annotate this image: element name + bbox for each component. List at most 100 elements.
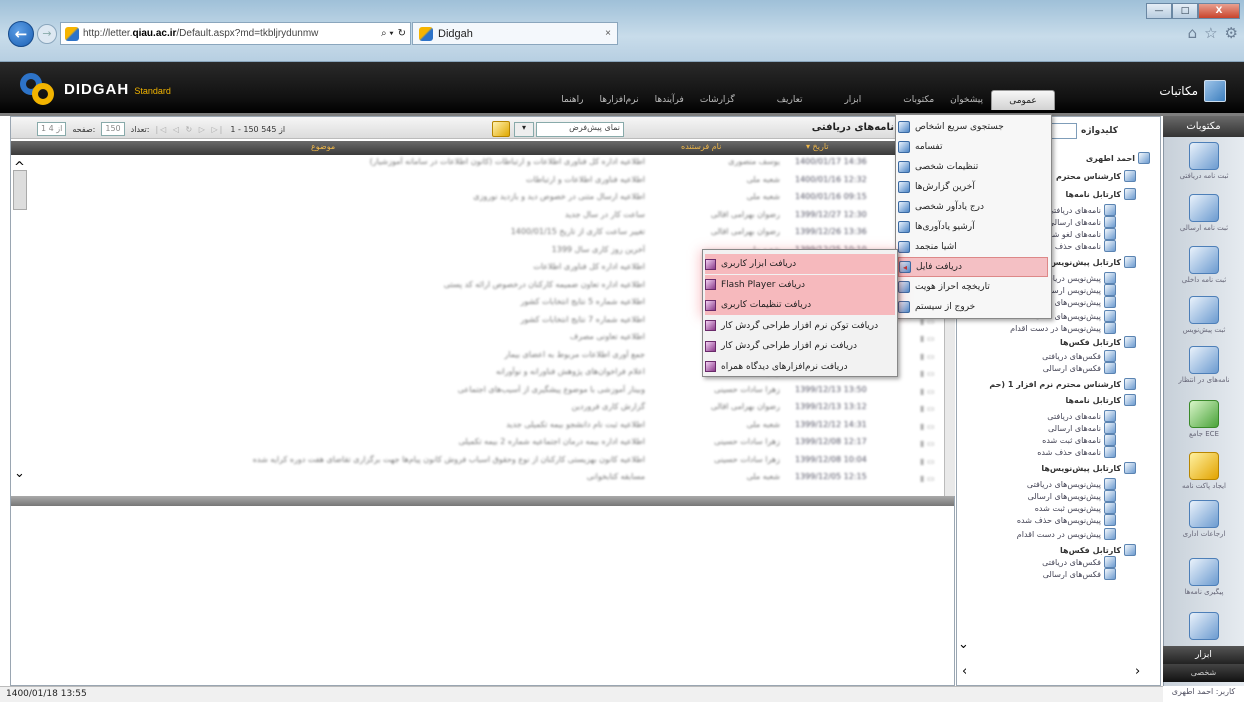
- dropdown-item[interactable]: تاریخچه احراز هویت: [898, 277, 1048, 297]
- table-row[interactable]: 1400/01/16 12:32 شعبه ملی اطلاعیه فناوری ا…: [30, 175, 940, 190]
- dropdown-item[interactable]: آخرین گزارش‌ها: [898, 177, 1048, 197]
- page-select[interactable]: 1 از 4: [37, 122, 67, 136]
- sidebar-item-tracking[interactable]: پیگیری نامه‌ها: [1168, 558, 1240, 612]
- tree-node[interactable]: پیش‌نویس‌ها در دست اقدام: [1010, 322, 1116, 334]
- table-row[interactable]: 1399/12/08 12:17 زهرا سادات حسینی اطلاعیه …: [30, 437, 940, 452]
- tree-node[interactable]: نامه‌های ثبت شده: [1042, 434, 1116, 446]
- pager-nav[interactable]: |◁ ◁ ↻ ▷ ▷|: [155, 125, 224, 134]
- tree-node[interactable]: نامه‌های دریافتی: [1047, 410, 1116, 422]
- sidebar-item-pending[interactable]: نامه‌های در انتظار: [1168, 346, 1240, 400]
- sidebar-item-outgoing[interactable]: ثبت نامه ارسالی: [1168, 194, 1240, 248]
- table-row[interactable]: 1399/12/13 13:12 رضوان بهرامی اقالی گزارش …: [30, 402, 940, 417]
- dropdown-item[interactable]: تنظیمات شخصی: [898, 157, 1048, 177]
- dropdown-item[interactable]: دریافت فایل ◂: [898, 257, 1048, 277]
- maximize-button[interactable]: □: [1172, 3, 1198, 19]
- dropdown-item[interactable]: اشیا منجمد: [898, 237, 1048, 257]
- count-select[interactable]: 150: [101, 122, 125, 136]
- search-icon[interactable]: ⌕ ▾: [381, 28, 394, 39]
- submenu-item[interactable]: دریافت نرم‌افزارهای دیدگاه همراه: [705, 357, 895, 377]
- tree-node[interactable]: فکس‌های ارسالی: [1043, 568, 1116, 580]
- col-date[interactable]: تاریخ ▾: [806, 142, 828, 151]
- sidebar-item-incoming[interactable]: ثبت نامه دریافتی: [1168, 142, 1240, 196]
- tree-scroll-right-icon[interactable]: ›: [1135, 664, 1140, 679]
- tree-node[interactable]: پیش‌نویس‌های حذف شده: [1017, 514, 1116, 526]
- menu-dashboard[interactable]: پیشخوان: [942, 90, 991, 110]
- dropdown-item[interactable]: تفسامه: [898, 137, 1048, 157]
- tree-node[interactable]: نامه‌های حذف شده: [1037, 446, 1116, 458]
- browser-tab[interactable]: Didgah ×: [412, 22, 618, 45]
- tree-node[interactable]: نامه‌های دریافتی: [1047, 204, 1116, 216]
- tree-node[interactable]: فکس‌های دریافتی: [1042, 556, 1116, 568]
- dropdown-item[interactable]: آرشیو یادآوری‌ها: [898, 217, 1048, 237]
- sidebar-item-ece[interactable]: ECE جامع: [1168, 400, 1240, 454]
- tree-node[interactable]: کارتابل فکس‌ها: [1060, 336, 1136, 348]
- tree-node[interactable]: احمد اطهری: [1086, 152, 1150, 164]
- col-subject[interactable]: موضوع: [311, 142, 335, 151]
- table-row[interactable]: 1399/12/13 13:50 زهرا سادات حسینی وبینار آ…: [30, 385, 940, 400]
- tree-node[interactable]: پیش‌نویس در دست اقدام: [1017, 528, 1116, 540]
- tree-node[interactable]: نامه‌های ارسالی: [1048, 422, 1116, 434]
- scroll-down-icon[interactable]: ⌄: [14, 466, 25, 481]
- menu-general[interactable]: عمومی: [991, 90, 1055, 110]
- table-row[interactable]: 1399/12/27 12:30 رضوان بهرامی اقالی ساعت ک…: [30, 210, 940, 225]
- table-row[interactable]: 1399/12/12 14:31 شعبه ملی اطلاعیه ثبت نام …: [30, 420, 940, 435]
- sidebar-item-envelope[interactable]: ایجاد پاکت نامه: [1168, 452, 1240, 506]
- table-row[interactable]: 1400/01/17 14:36 یوسف منصوری اطلاعیه اداره…: [30, 157, 940, 172]
- view-settings-icon[interactable]: [492, 121, 510, 137]
- back-button[interactable]: ←: [8, 21, 34, 47]
- sidebar-item-internal[interactable]: ثبت نامه داخلی: [1168, 246, 1240, 300]
- menu-letters[interactable]: مکتوبات: [895, 90, 942, 110]
- tree-node[interactable]: کارشناس محترم نرم افزار 1 (حم: [989, 378, 1136, 390]
- tree-node[interactable]: فکس‌های ارسالی: [1043, 362, 1116, 374]
- submenu-item[interactable]: دریافت توکن نرم افزار طراحی گردش کار: [705, 316, 895, 336]
- tree-scroll-left-icon[interactable]: ‹: [962, 664, 967, 679]
- gear-icon[interactable]: ⚙: [1225, 24, 1238, 42]
- menu-definitions[interactable]: تعاریف: [769, 90, 811, 110]
- dropdown-item[interactable]: جستجوی سریع اشخاص: [898, 117, 1048, 137]
- sidebar-personal-tab[interactable]: شخصی: [1163, 664, 1244, 682]
- tree-node[interactable]: کارتابل فکس‌ها: [1060, 544, 1136, 556]
- submenu-item[interactable]: دریافت نرم افزار طراحی گردش کار: [705, 336, 895, 356]
- tree-node[interactable]: کارتابل نامه‌ها: [1065, 188, 1136, 200]
- sidebar-item-draft[interactable]: ثبت پیش‌نویس: [1168, 296, 1240, 350]
- refresh-icon[interactable]: ↻: [398, 28, 406, 39]
- address-bar[interactable]: http://letter.qiau.ac.ir/Default.aspx?md…: [60, 22, 411, 45]
- tree-node[interactable]: پیش‌نویس ثبت شده: [1035, 502, 1116, 514]
- tree-node[interactable]: نامه‌های ارسالی: [1048, 216, 1116, 228]
- tree-node[interactable]: کارشناس محترم: [1056, 170, 1136, 182]
- dropdown-item[interactable]: خروج از سیستم: [898, 297, 1048, 317]
- splitter-bar[interactable]: [11, 496, 954, 506]
- tab-close-icon[interactable]: ×: [605, 28, 611, 39]
- table-row[interactable]: 1399/12/26 13:36 رضوان بهرامی اقالی تغییر …: [30, 227, 940, 242]
- tree-node[interactable]: کارتابل پیش‌نویس: [1050, 256, 1136, 268]
- home-icon[interactable]: ⌂: [1188, 24, 1198, 42]
- dropdown-item[interactable]: درج یادآور شخصی: [898, 197, 1048, 217]
- tree-node[interactable]: کارتابل پیش‌نویس‌ها: [1041, 462, 1136, 474]
- table-row[interactable]: 1399/12/05 12:15 شعبه ملی مسابقه کتابخوانی…: [30, 472, 940, 487]
- col-sender[interactable]: نام فرستنده: [681, 142, 721, 151]
- view-dropdown-icon[interactable]: ▾: [514, 122, 534, 137]
- tree-node[interactable]: پیش‌نویس‌های دریافتی: [1027, 478, 1116, 490]
- submenu-item[interactable]: دریافت ابزار کاربری: [705, 254, 895, 274]
- tree-scroll-down-icon[interactable]: ⌄: [958, 637, 969, 652]
- menu-tools[interactable]: ابزار: [836, 90, 869, 110]
- star-icon[interactable]: ☆: [1204, 24, 1217, 42]
- menu-processes[interactable]: فرآیندها: [647, 90, 692, 110]
- view-select[interactable]: نمای پیش‌فرض: [536, 122, 624, 137]
- minimize-button[interactable]: —: [1146, 3, 1172, 19]
- scroll-up-icon[interactable]: ^: [14, 160, 25, 175]
- sidebar-tools-tab[interactable]: ابزار: [1163, 646, 1244, 664]
- table-row[interactable]: 1400/01/16 09:15 شعبه ملی اطلاعیه ارسال مت…: [30, 192, 940, 207]
- table-row[interactable]: 1399/12/08 10:04 زهرا سادات حسینی اطلاعیه …: [30, 455, 940, 470]
- tree-node[interactable]: فکس‌های دریافتی: [1042, 350, 1116, 362]
- forward-button[interactable]: →: [37, 24, 57, 44]
- list-scroll-thumb[interactable]: [13, 170, 27, 210]
- close-window-button[interactable]: X: [1198, 3, 1240, 19]
- tree-node[interactable]: کارتابل نامه‌ها: [1065, 394, 1136, 406]
- menu-help[interactable]: راهنما: [553, 90, 591, 110]
- submenu-item[interactable]: دریافت تنظیمات کاربری: [705, 295, 895, 315]
- submenu-item[interactable]: دریافت Flash Player: [705, 274, 895, 295]
- tree-node[interactable]: نامه‌های لغو شده: [1044, 228, 1116, 240]
- menu-reports[interactable]: گزارشات: [692, 90, 743, 110]
- sidebar-item-search[interactable]: [1168, 612, 1240, 642]
